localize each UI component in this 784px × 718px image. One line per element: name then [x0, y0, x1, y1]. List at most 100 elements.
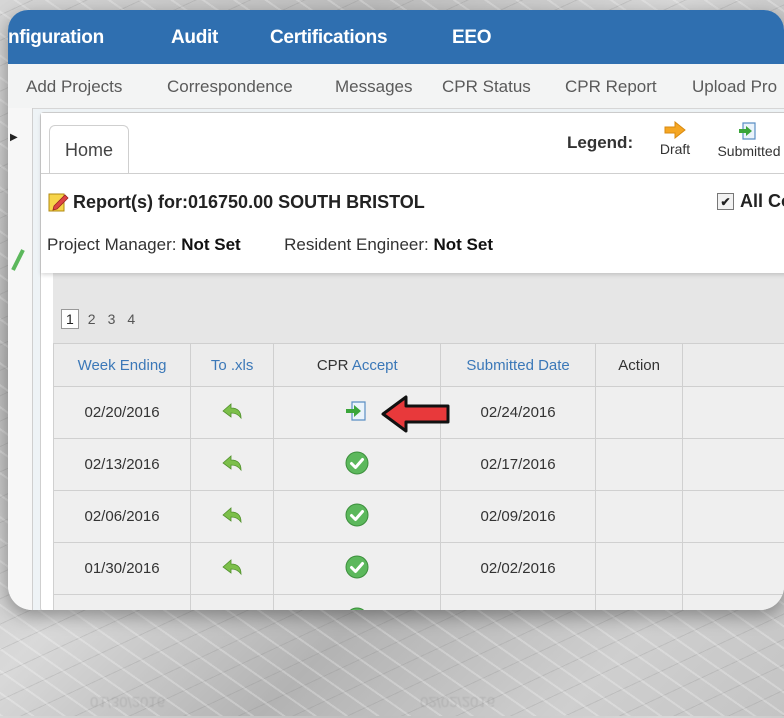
expand-arrow-icon[interactable]: ▶ [10, 132, 18, 143]
legend-label: Legend: [567, 133, 633, 153]
cell-week-ending: 02/13/2016 [54, 439, 191, 491]
left-sidebar-strip: ▶ [8, 108, 33, 610]
col-to-xls[interactable]: To .xls [191, 344, 274, 387]
legend-submitted: Submitted [709, 121, 784, 159]
green-reply-arrow-icon[interactable] [221, 454, 243, 472]
table-row: 02/13/2016 02/17/2016 [54, 439, 784, 491]
table-row: 02/06/2016 02/09/2016 [54, 491, 784, 543]
pm-value: Not Set [181, 235, 241, 254]
green-check-circle-icon[interactable] [345, 607, 369, 611]
cell-submitted-date: 01/27/2016 [441, 595, 596, 611]
submitted-document-icon[interactable] [345, 400, 369, 422]
top-nav-configuration[interactable]: nfiguration [8, 27, 104, 49]
cell-action [595, 595, 683, 611]
green-mark-icon [11, 248, 25, 272]
cell-submitted-date: 02/17/2016 [441, 439, 596, 491]
cell-submitted-date: 02/24/2016 [441, 387, 596, 439]
col-extra [683, 344, 784, 387]
pager: 1 2 3 4 [61, 309, 138, 329]
green-check-circle-icon[interactable] [345, 555, 369, 579]
app-window: nfiguration Audit Certifications EEO Add… [8, 10, 784, 610]
cell-cpr-status[interactable] [274, 595, 441, 611]
cell-to-xls[interactable] [191, 387, 274, 439]
cell-to-xls[interactable] [191, 491, 274, 543]
pm-label: Project Manager: [47, 235, 176, 254]
page-2[interactable]: 2 [85, 310, 99, 328]
re-label: Resident Engineer: [284, 235, 429, 254]
cell-week-ending: 02/06/2016 [54, 491, 191, 543]
cell-extra [683, 543, 784, 595]
report-project: 016750.00 SOUTH BRISTOL [188, 192, 425, 213]
tab-home[interactable]: Home [49, 125, 129, 174]
cell-to-xls[interactable] [191, 543, 274, 595]
table-row: 01/23/2016 01/27/2016 [54, 595, 784, 611]
col-week-ending[interactable]: Week Ending [54, 344, 191, 387]
tab-divider [41, 173, 784, 174]
page-3[interactable]: 3 [105, 310, 119, 328]
top-nav: nfiguration Audit Certifications EEO [8, 10, 784, 64]
sub-nav-add-projects[interactable]: Add Projects [26, 77, 122, 97]
cell-action [595, 439, 683, 491]
cell-extra [683, 595, 784, 611]
green-check-circle-icon[interactable] [345, 451, 369, 475]
page-4[interactable]: 4 [124, 310, 138, 328]
green-reply-arrow-icon[interactable] [221, 506, 243, 524]
cell-action [595, 387, 683, 439]
submitted-document-icon [738, 121, 760, 141]
sub-nav-messages[interactable]: Messages [335, 77, 412, 97]
cell-extra [683, 439, 784, 491]
sub-nav: Add Projects Correspondence Messages CPR… [8, 64, 784, 109]
sub-nav-correspondence[interactable]: Correspondence [167, 77, 293, 97]
page-1[interactable]: 1 [61, 309, 79, 329]
report-title: Report(s) for:016750.00 SOUTH BRISTOL [47, 191, 425, 213]
col-cpr-prefix: CPR [317, 357, 349, 374]
cell-cpr-status[interactable] [274, 439, 441, 491]
green-reply-arrow-icon[interactable] [221, 402, 243, 420]
cell-submitted-date: 02/02/2016 [441, 543, 596, 595]
report-header: Home Legend: Draft Submitted [41, 113, 784, 273]
cell-week-ending: 02/20/2016 [54, 387, 191, 439]
cell-submitted-date: 02/09/2016 [441, 491, 596, 543]
people-line: Project Manager: Not Set Resident Engine… [47, 235, 493, 255]
reflection-date: 02/02/2016 [420, 693, 495, 710]
sub-nav-upload-projects[interactable]: Upload Pro [692, 77, 777, 97]
col-action: Action [595, 344, 683, 387]
cell-cpr-status[interactable] [274, 491, 441, 543]
cell-cpr-status[interactable] [274, 543, 441, 595]
orange-arrow-icon [664, 121, 686, 139]
top-nav-certifications[interactable]: Certifications [270, 27, 387, 49]
table-row: 01/30/2016 02/02/2016 [54, 543, 784, 595]
cell-week-ending: 01/30/2016 [54, 543, 191, 595]
top-nav-eeo[interactable]: EEO [452, 27, 491, 49]
col-submitted-date[interactable]: Submitted Date [441, 344, 596, 387]
re-value: Not Set [433, 235, 493, 254]
col-accept-link[interactable]: Accept [352, 357, 398, 374]
sub-nav-cpr-status[interactable]: CPR Status [442, 77, 531, 97]
green-reply-arrow-icon[interactable] [221, 558, 243, 576]
legend-draft: Draft [657, 121, 693, 157]
edit-document-icon [47, 191, 69, 213]
table-header-row: Week Ending To .xls CPR Accept Submitted… [54, 344, 784, 387]
all-checkbox-row[interactable]: ✔ All Co [717, 191, 784, 212]
cpr-grid-area: 1 2 3 4 Week Ending To .xls CPR Accept S… [53, 273, 784, 610]
cell-action [595, 491, 683, 543]
report-prefix: Report(s) for: [73, 192, 188, 213]
cell-action [595, 543, 683, 595]
reflection-week: 01/30/2016 [90, 693, 165, 710]
reflection: 01/30/2016 02/02/2016 [60, 628, 620, 718]
cpr-table: Week Ending To .xls CPR Accept Submitted… [53, 343, 784, 610]
sub-nav-cpr-report[interactable]: CPR Report [565, 77, 657, 97]
cell-week-ending: 01/23/2016 [54, 595, 191, 611]
green-reply-arrow-icon[interactable] [221, 610, 243, 611]
all-checkbox-label: All Co [740, 191, 784, 212]
all-checkbox[interactable]: ✔ [717, 193, 734, 210]
cell-extra [683, 387, 784, 439]
cell-to-xls[interactable] [191, 595, 274, 611]
legend-draft-label: Draft [660, 141, 690, 157]
top-nav-audit[interactable]: Audit [171, 27, 218, 49]
green-check-circle-icon[interactable] [345, 503, 369, 527]
col-cpr-accept: CPR Accept [274, 344, 441, 387]
cell-to-xls[interactable] [191, 439, 274, 491]
red-pointer-arrow-icon [380, 394, 452, 434]
main-panel: Home Legend: Draft Submitted [40, 112, 784, 610]
